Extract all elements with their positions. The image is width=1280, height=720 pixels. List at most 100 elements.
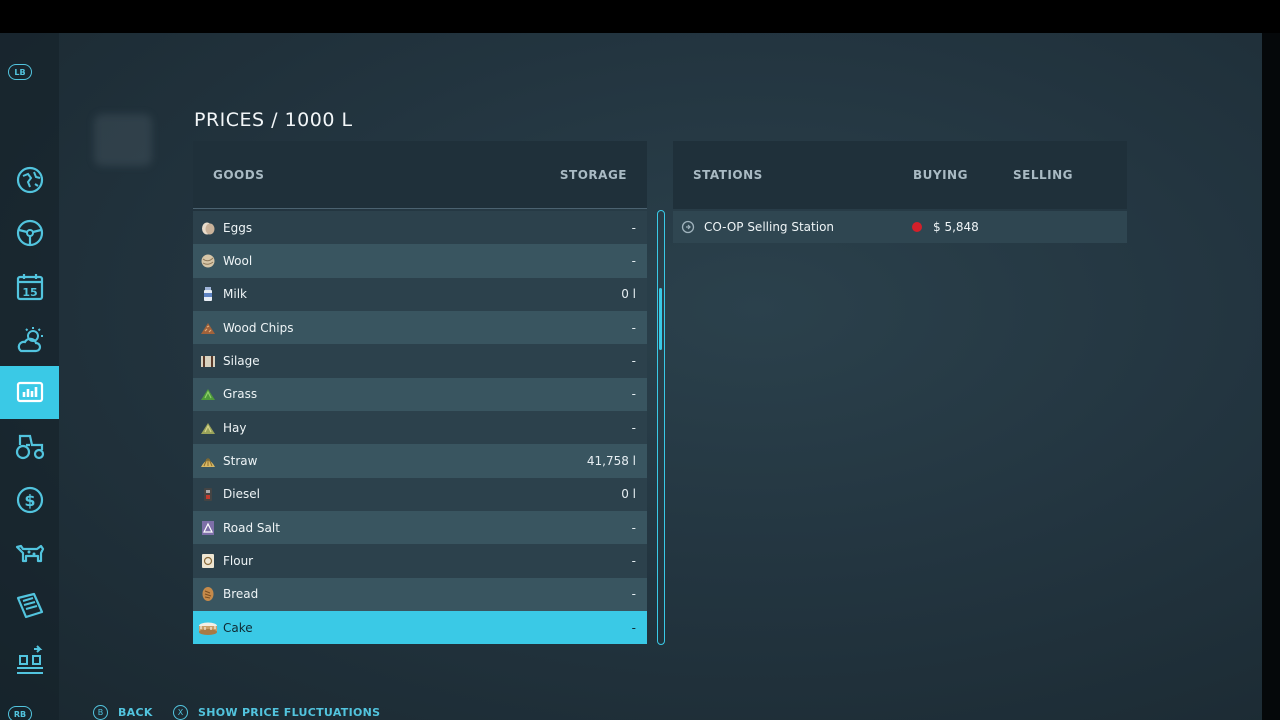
goods-name: Silage [223, 354, 260, 369]
eggs-icon [202, 222, 215, 235]
sidebar-item-garage[interactable] [0, 419, 59, 472]
sidebar-item-vehicles[interactable] [0, 206, 59, 259]
back-button[interactable]: B BACK [93, 705, 153, 720]
stations-column-header[interactable]: STATIONS [693, 168, 763, 182]
goods-storage: - [631, 587, 636, 602]
milk-icon [204, 287, 212, 302]
bread-icon [202, 587, 214, 602]
storage-column-header[interactable]: STORAGE [560, 168, 627, 182]
flour-icon [202, 554, 214, 569]
svg-text:$: $ [24, 491, 35, 510]
goods-storage: - [631, 220, 636, 235]
goods-row-wool[interactable]: Wool - [193, 244, 647, 278]
sidebar-item-prices[interactable] [0, 366, 59, 419]
goods-name: Bread [223, 587, 259, 602]
price-trend-down-icon [912, 222, 922, 232]
goods-column-header[interactable]: GOODS [213, 168, 264, 182]
x-button-icon: X [173, 705, 188, 720]
goods-name: Hay [223, 420, 247, 435]
show-price-fluctuations-button[interactable]: X SHOW PRICE FLUCTUATIONS [173, 705, 380, 720]
lb-button-hint[interactable]: LB [8, 64, 32, 80]
goods-row-flour[interactable]: Flour - [193, 544, 647, 578]
sidebar-item-calendar[interactable]: 15 [0, 260, 59, 313]
goods-table-header: GOODS STORAGE [193, 141, 647, 209]
selling-column-header[interactable]: SELLING [1013, 168, 1073, 182]
map-icon [16, 166, 43, 193]
finances-icon: $ [16, 486, 43, 513]
road-salt-icon [202, 520, 214, 535]
goods-row-eggs[interactable]: Eggs - [193, 211, 647, 245]
hay-icon [201, 422, 215, 434]
sidebar-item-map[interactable] [0, 153, 59, 206]
station-name: CO-OP Selling Station [704, 220, 835, 234]
straw-icon [201, 458, 215, 468]
goods-scrollbar[interactable] [657, 210, 665, 645]
goods-name: Wood Chips [223, 320, 294, 335]
goods-name: Diesel [223, 487, 260, 502]
goods-storage: - [631, 320, 636, 335]
station-buying-price: $ 5,848 [933, 220, 979, 234]
goods-row-road-salt[interactable]: Road Salt - [193, 511, 647, 545]
screen-edge [1262, 33, 1280, 720]
goods-row-cake[interactable]: Cake - [193, 611, 647, 645]
goods-name: Wool [223, 254, 253, 269]
goods-storage: 0 l [621, 487, 636, 502]
ghost-icon [94, 114, 152, 166]
sidebar-item-finances[interactable]: $ [0, 473, 59, 526]
sidebar-item-weather[interactable] [0, 313, 59, 366]
goods-row-diesel[interactable]: Diesel 0 l [193, 477, 647, 512]
goods-name: Grass [223, 387, 258, 402]
goods-row-grass[interactable]: Grass - [193, 377, 647, 412]
rb-button-hint[interactable]: RB [8, 706, 32, 720]
grass-icon [201, 389, 215, 401]
sidebar: LB 15 $ RB [0, 33, 59, 720]
goods-name: Flour [223, 554, 254, 569]
goods-storage: - [631, 354, 636, 369]
sidebar-item-contracts[interactable] [0, 579, 59, 632]
production-icon [16, 644, 43, 674]
goods-storage: 0 l [621, 287, 636, 302]
scrollbar-thumb[interactable] [659, 288, 662, 350]
goods-storage: - [631, 554, 636, 569]
goods-name: Straw [223, 454, 258, 469]
back-label: BACK [118, 706, 153, 719]
goods-storage: - [631, 254, 636, 269]
goods-storage: - [631, 520, 636, 535]
hotspot-icon[interactable] [681, 220, 695, 234]
stations-table-header: STATIONS BUYING SELLING [673, 141, 1127, 209]
wool-icon [201, 254, 215, 268]
goods-storage: 41,758 l [586, 454, 636, 469]
wood-chips-icon [201, 322, 215, 334]
diesel-icon [204, 488, 212, 502]
goods-name: Eggs [223, 220, 253, 235]
animals-icon [15, 544, 44, 562]
goods-name: Milk [223, 287, 247, 302]
goods-row-wood-chips[interactable]: Wood Chips - [193, 311, 647, 345]
goods-name: Cake [223, 620, 253, 635]
goods-row-silage[interactable]: Silage - [193, 344, 647, 378]
b-button-icon: B [93, 705, 108, 720]
sidebar-item-animals[interactable] [0, 526, 59, 579]
cake-icon [199, 622, 217, 635]
buying-column-header[interactable]: BUYING [913, 168, 968, 182]
goods-list: Eggs - Wool - Milk 0 l Wood Chips - Sila… [193, 211, 647, 645]
tractor-icon [15, 434, 44, 459]
goods-row-milk[interactable]: Milk 0 l [193, 277, 647, 312]
weather-icon [17, 326, 43, 352]
goods-storage: - [631, 620, 636, 635]
goods-row-straw[interactable]: Straw 41,758 l [193, 444, 647, 478]
station-row[interactable]: CO-OP Selling Station $ 5,848 [673, 211, 1127, 243]
prices-chart-icon [16, 381, 43, 402]
steering-wheel-icon [16, 219, 43, 246]
calendar-icon: 15 [16, 273, 43, 300]
contracts-icon [16, 592, 43, 618]
goods-storage: - [631, 420, 636, 435]
goods-row-bread[interactable]: Bread - [193, 577, 647, 612]
page-title: PRICES / 1000 L [194, 109, 353, 131]
goods-name: Road Salt [223, 520, 280, 535]
silage-icon [201, 356, 215, 368]
sidebar-item-production[interactable] [0, 633, 59, 686]
show-price-fluctuations-label: SHOW PRICE FLUCTUATIONS [198, 706, 381, 719]
goods-row-hay[interactable]: Hay - [193, 411, 647, 445]
goods-storage: - [631, 387, 636, 402]
